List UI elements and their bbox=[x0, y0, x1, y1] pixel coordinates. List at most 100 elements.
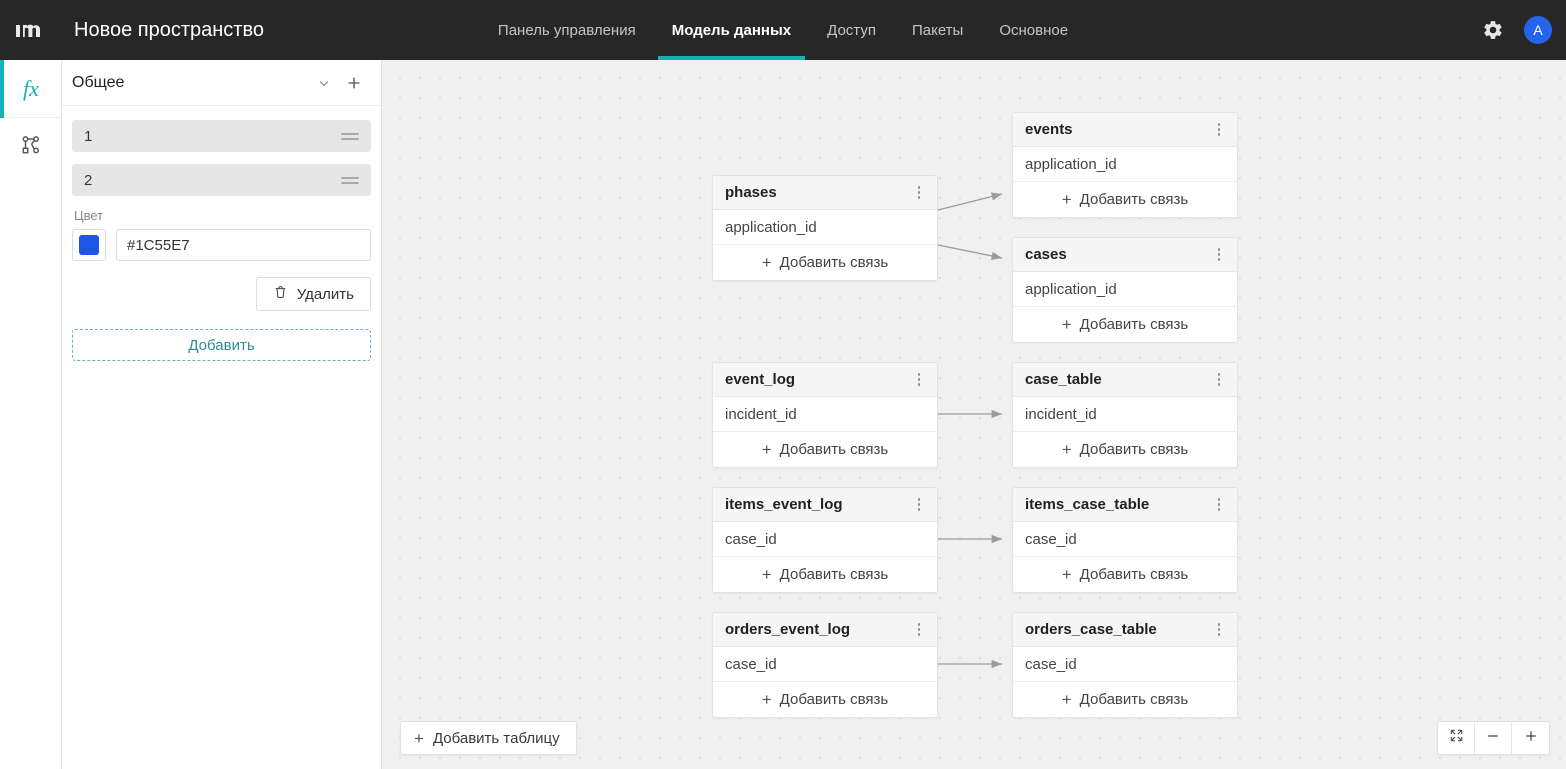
table-node[interactable]: events application_id + Добавить связь bbox=[1012, 112, 1238, 218]
table-node[interactable]: items_event_log case_id + Добавить связь bbox=[712, 487, 938, 593]
table-node-header[interactable]: event_log bbox=[713, 363, 937, 397]
table-node[interactable]: cases application_id + Добавить связь bbox=[1012, 237, 1238, 343]
minus-icon bbox=[1485, 728, 1501, 749]
table-node-header[interactable]: orders_event_log bbox=[713, 613, 937, 647]
table-node-title: cases bbox=[1025, 246, 1067, 263]
add-relation-button[interactable]: + Добавить связь bbox=[713, 557, 937, 592]
nav-tab-general[interactable]: Основное bbox=[997, 0, 1070, 60]
table-node-header[interactable]: orders_case_table bbox=[1013, 613, 1237, 647]
list-item[interactable]: 2 bbox=[72, 164, 371, 196]
rail-item-formulas[interactable]: fx bbox=[0, 60, 62, 118]
chevron-down-icon[interactable] bbox=[309, 68, 339, 98]
kebab-menu-icon[interactable] bbox=[909, 368, 929, 392]
plus-icon: + bbox=[761, 253, 772, 272]
delete-row: Удалить bbox=[72, 277, 371, 311]
plus-icon: + bbox=[1061, 565, 1072, 584]
color-label: Цвет bbox=[74, 208, 104, 223]
list-item[interactable]: 1 bbox=[72, 120, 371, 152]
table-node-header[interactable]: events bbox=[1013, 113, 1237, 147]
plus-icon bbox=[1523, 728, 1539, 749]
panel-title: Общее bbox=[72, 73, 125, 91]
add-relation-button[interactable]: + Добавить связь bbox=[1013, 432, 1237, 467]
nav-tab-access[interactable]: Доступ bbox=[825, 0, 878, 60]
zoom-out-button[interactable] bbox=[1475, 722, 1512, 754]
table-node-field[interactable]: application_id bbox=[713, 210, 937, 245]
add-table-label: Добавить таблицу bbox=[432, 729, 560, 747]
drag-handle-icon[interactable] bbox=[341, 132, 359, 140]
workspace-title: Новое пространство bbox=[74, 18, 264, 41]
icon-rail: fx bbox=[0, 60, 62, 769]
add-relation-button[interactable]: + Добавить связь bbox=[1013, 682, 1237, 717]
drag-handle-icon[interactable] bbox=[341, 176, 359, 184]
delete-button[interactable]: Удалить bbox=[255, 277, 371, 311]
table-node-title: events bbox=[1025, 121, 1073, 138]
table-node-header[interactable]: items_case_table bbox=[1013, 488, 1237, 522]
data-model-canvas[interactable]: phases application_id + Добавить связь e… bbox=[382, 60, 1566, 769]
kebab-menu-icon[interactable] bbox=[1209, 493, 1229, 517]
add-relation-button[interactable]: + Добавить связь bbox=[713, 432, 937, 467]
top-bar: Новое пространство Панель управления Мод… bbox=[0, 0, 1566, 60]
rail-item-schema[interactable] bbox=[0, 118, 62, 176]
im-logo-icon[interactable] bbox=[0, 22, 62, 38]
table-node-field[interactable]: case_id bbox=[713, 522, 937, 557]
kebab-menu-icon[interactable] bbox=[909, 618, 929, 642]
add-relation-button[interactable]: + Добавить связь bbox=[1013, 307, 1237, 342]
table-node[interactable]: event_log incident_id + Добавить связь bbox=[712, 362, 938, 468]
gear-icon[interactable] bbox=[1476, 13, 1510, 47]
nav-tab-dashboard[interactable]: Панель управления bbox=[496, 0, 638, 60]
avatar[interactable]: A bbox=[1524, 16, 1552, 44]
trash-icon bbox=[273, 284, 288, 304]
relation-edges bbox=[937, 192, 1003, 669]
table-node-field[interactable]: incident_id bbox=[713, 397, 937, 432]
top-bar-actions: A bbox=[1476, 0, 1552, 60]
fit-to-screen-button[interactable] bbox=[1438, 722, 1475, 754]
kebab-menu-icon[interactable] bbox=[1209, 618, 1229, 642]
panel-body: 1 2 Цвет #1C55E7 Удалить Добавить bbox=[62, 106, 381, 361]
table-node-field[interactable]: case_id bbox=[1013, 647, 1237, 682]
add-relation-button[interactable]: + Добавить связь bbox=[1013, 557, 1237, 592]
add-relation-button[interactable]: + Добавить связь bbox=[713, 682, 937, 717]
kebab-menu-icon[interactable] bbox=[909, 181, 929, 205]
table-node-title: event_log bbox=[725, 371, 796, 388]
color-hex-input[interactable] bbox=[116, 229, 371, 261]
kebab-menu-icon[interactable] bbox=[1209, 243, 1229, 267]
table-node-header[interactable]: phases bbox=[713, 176, 937, 210]
nav-tab-packages[interactable]: Пакеты bbox=[910, 0, 965, 60]
add-relation-label: Добавить связь bbox=[779, 441, 889, 458]
table-node[interactable]: phases application_id + Добавить связь bbox=[712, 175, 938, 281]
table-node[interactable]: orders_event_log case_id + Добавить связ… bbox=[712, 612, 938, 718]
add-table-button[interactable]: + Добавить таблицу bbox=[400, 721, 577, 755]
kebab-menu-icon[interactable] bbox=[1209, 118, 1229, 142]
color-swatch-button[interactable] bbox=[72, 229, 106, 261]
color-field-row bbox=[72, 229, 371, 261]
nav-tab-data-model[interactable]: Модель данных bbox=[657, 0, 806, 60]
zoom-in-button[interactable] bbox=[1512, 722, 1549, 754]
table-node-field[interactable]: case_id bbox=[1013, 522, 1237, 557]
plus-icon: + bbox=[761, 440, 772, 459]
add-relation-button[interactable]: + Добавить связь bbox=[1013, 182, 1237, 217]
table-node-title: items_event_log bbox=[725, 496, 843, 513]
table-node[interactable]: case_table incident_id + Добавить связь bbox=[1012, 362, 1238, 468]
plus-icon: + bbox=[1061, 315, 1072, 334]
add-button[interactable]: Добавить bbox=[72, 329, 371, 361]
table-node-field[interactable]: incident_id bbox=[1013, 397, 1237, 432]
add-relation-button[interactable]: + Добавить связь bbox=[713, 245, 937, 280]
app-root: Новое пространство Панель управления Мод… bbox=[0, 0, 1566, 769]
kebab-menu-icon[interactable] bbox=[1209, 368, 1229, 392]
add-group-button[interactable] bbox=[339, 68, 369, 98]
table-node-header[interactable]: cases bbox=[1013, 238, 1237, 272]
panel-header: Общее bbox=[62, 60, 381, 106]
delete-button-label: Удалить bbox=[296, 285, 354, 303]
table-node-header[interactable]: case_table bbox=[1013, 363, 1237, 397]
color-swatch bbox=[79, 235, 99, 255]
table-node[interactable]: orders_case_table case_id + Добавить свя… bbox=[1012, 612, 1238, 718]
plus-icon: + bbox=[1061, 190, 1072, 209]
schema-graph-icon bbox=[20, 134, 42, 161]
kebab-menu-icon[interactable] bbox=[909, 493, 929, 517]
table-node-field[interactable]: case_id bbox=[713, 647, 937, 682]
table-node-field[interactable]: application_id bbox=[1013, 272, 1237, 307]
table-node-header[interactable]: items_event_log bbox=[713, 488, 937, 522]
table-node-field[interactable]: application_id bbox=[1013, 147, 1237, 182]
add-relation-label: Добавить связь bbox=[1079, 191, 1189, 208]
table-node[interactable]: items_case_table case_id + Добавить связ… bbox=[1012, 487, 1238, 593]
